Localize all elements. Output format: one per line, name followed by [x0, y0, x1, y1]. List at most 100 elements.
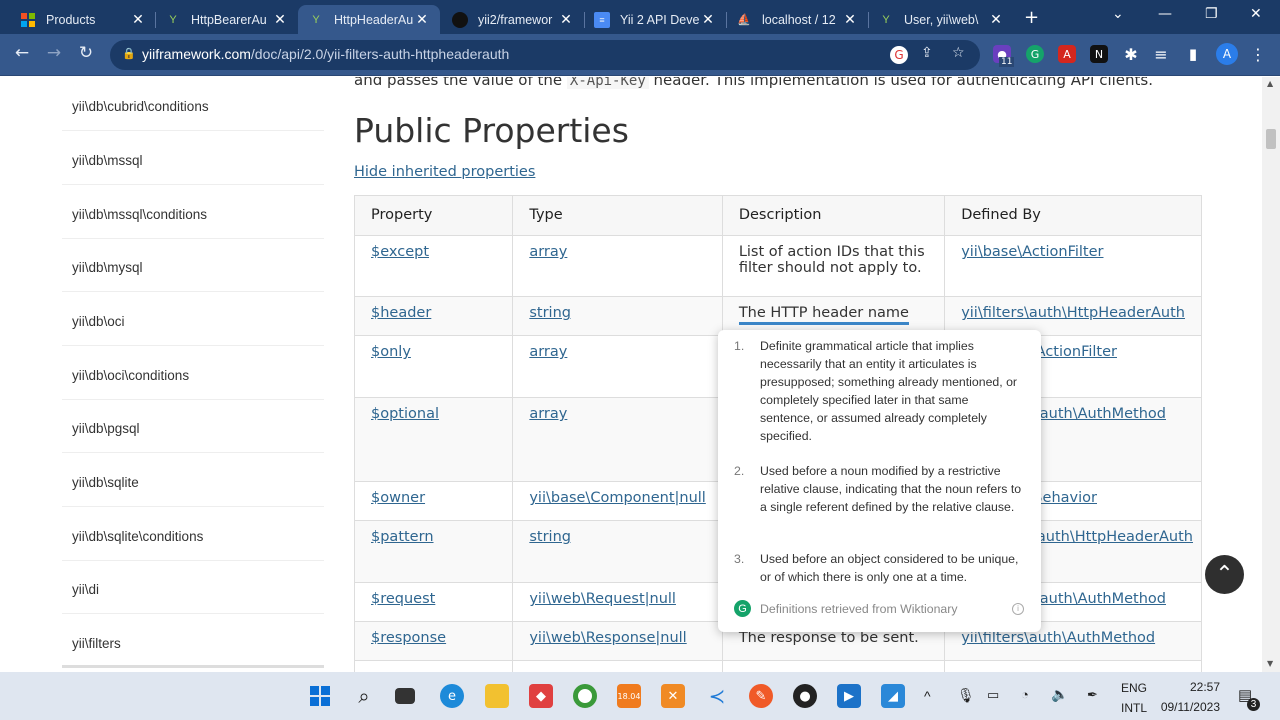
- type-link[interactable]: string: [529, 529, 571, 545]
- sidebar-item-sqlite-conditions[interactable]: yii\db\sqlite\conditions: [62, 509, 324, 561]
- sidebar-item-cubrid-conditions[interactable]: yii\db\cubrid\conditions: [62, 79, 324, 131]
- vscode-icon[interactable]: ≺: [705, 684, 729, 708]
- property-link[interactable]: $except: [371, 244, 429, 260]
- side-panel-icon[interactable]: ▮: [1184, 45, 1202, 63]
- type-link[interactable]: array: [529, 344, 567, 360]
- microphone-icon[interactable]: 🎙: [957, 687, 975, 704]
- wifi-icon[interactable]: ◔: [1021, 687, 1029, 702]
- hide-inherited-link[interactable]: Hide inherited properties: [354, 164, 535, 180]
- file-explorer-icon[interactable]: [485, 684, 509, 708]
- property-link[interactable]: $header: [371, 305, 431, 321]
- close-icon[interactable]: ✕: [272, 11, 288, 28]
- grammarly-icon[interactable]: G: [1026, 45, 1044, 63]
- windows-start-icon[interactable]: [308, 684, 332, 708]
- search-icon[interactable]: ⌕: [352, 684, 376, 708]
- media-player-icon[interactable]: ▶: [837, 684, 861, 708]
- close-icon[interactable]: ✕: [558, 11, 574, 28]
- property-link[interactable]: $owner: [371, 490, 425, 506]
- address-bar[interactable]: 🔒 yiiframework.com/doc/api/2.0/yii-filte…: [110, 40, 980, 70]
- close-icon[interactable]: ✕: [700, 11, 716, 28]
- profile-avatar[interactable]: A: [1216, 43, 1238, 65]
- xampp-icon[interactable]: ✕: [661, 684, 685, 708]
- defined-by-link[interactable]: ActionFilter: [1036, 344, 1117, 360]
- tab-products[interactable]: Products ✕: [10, 5, 156, 34]
- tab-github[interactable]: yii2/framewor ✕: [442, 5, 584, 34]
- highlighted-word[interactable]: The HTTP header name: [738, 305, 909, 325]
- new-tab-button[interactable]: +: [1024, 7, 1039, 28]
- pdf-icon[interactable]: A: [1058, 45, 1076, 63]
- sidebar-item-sqlite[interactable]: yii\db\sqlite: [62, 455, 324, 507]
- media-icon[interactable]: ≡: [1152, 45, 1170, 64]
- tray-chevron-icon[interactable]: ^: [924, 688, 931, 704]
- tab-user-web[interactable]: Y User, yii\web\ ✕: [868, 5, 1014, 34]
- obs-icon[interactable]: ●: [793, 684, 817, 708]
- ubuntu-icon[interactable]: 18.04: [617, 684, 641, 708]
- close-icon[interactable]: ✕: [414, 11, 430, 28]
- property-link[interactable]: $only: [371, 344, 411, 360]
- sidebar-item-oci-conditions[interactable]: yii\db\oci\conditions: [62, 348, 324, 400]
- volume-icon[interactable]: 🔈: [1051, 686, 1068, 703]
- sidebar-item-mssql[interactable]: yii\db\mssql: [62, 133, 324, 185]
- defined-by-link[interactable]: auth\HttpHeaderAuth: [1037, 529, 1193, 545]
- defined-by-link[interactable]: yii\filters\auth\HttpHeaderAuth: [961, 305, 1185, 321]
- chrome-icon[interactable]: [573, 684, 597, 708]
- property-link[interactable]: $request: [371, 591, 435, 607]
- pen-icon[interactable]: ✒: [1087, 687, 1098, 703]
- reload-icon[interactable]: ↻: [74, 43, 98, 63]
- tab-httpbearerauth[interactable]: Y HttpBearerAu ✕: [155, 5, 298, 34]
- back-icon[interactable]: ←: [10, 43, 34, 63]
- sidebar-item-oci[interactable]: yii\db\oci: [62, 294, 324, 346]
- sidebar-item-mssql-conditions[interactable]: yii\db\mssql\conditions: [62, 187, 324, 239]
- type-link[interactable]: yii\web\Response|null: [529, 630, 686, 646]
- property-link[interactable]: $pattern: [371, 529, 434, 545]
- minimize-icon[interactable]: —: [1158, 6, 1172, 22]
- defined-by-link[interactable]: auth\AuthMethod: [1040, 591, 1166, 607]
- property-link[interactable]: $response: [371, 630, 446, 646]
- defined-by-link[interactable]: auth\AuthMethod: [1040, 406, 1166, 422]
- tab-httpheaderauth[interactable]: Y HttpHeaderAu ✕: [298, 5, 440, 34]
- bookmark-star-icon[interactable]: ☆: [952, 45, 965, 61]
- type-link[interactable]: yii\base\Component|null: [529, 490, 705, 506]
- anydesk-icon[interactable]: ◆: [529, 684, 553, 708]
- scroll-up-arrow-icon[interactable]: ▲: [1267, 79, 1273, 88]
- edge-icon[interactable]: e: [440, 684, 464, 708]
- close-icon[interactable]: ✕: [130, 11, 146, 28]
- restore-icon[interactable]: ❐: [1205, 6, 1218, 22]
- close-icon[interactable]: ✕: [988, 11, 1004, 28]
- sidebar-item-di[interactable]: yii\di: [62, 562, 324, 614]
- task-view-icon[interactable]: [395, 688, 415, 704]
- share-icon[interactable]: ⇪: [921, 45, 933, 61]
- scrollbar-thumb[interactable]: [1266, 129, 1276, 149]
- puzzle-icon[interactable]: ✱: [1122, 45, 1140, 64]
- defined-by-link[interactable]: yii\filters\auth\AuthMethod: [961, 630, 1155, 646]
- language-indicator[interactable]: ENG INTL: [1121, 681, 1147, 715]
- paint-icon[interactable]: ◢: [881, 684, 905, 708]
- tab-yii-api[interactable]: ≡ Yii 2 API Deve ✕: [584, 5, 726, 34]
- type-link[interactable]: array: [529, 244, 567, 260]
- type-link[interactable]: string: [529, 305, 571, 321]
- defined-by-link[interactable]: Behavior: [1033, 490, 1097, 506]
- property-link[interactable]: $optional: [371, 406, 439, 422]
- type-link[interactable]: array: [529, 406, 567, 422]
- google-icon[interactable]: G: [890, 46, 908, 64]
- window-close-icon[interactable]: ✕: [1250, 6, 1262, 22]
- sidebar-item-pgsql[interactable]: yii\db\pgsql: [62, 401, 324, 453]
- clock[interactable]: 22:57 09/11/2023: [1158, 680, 1220, 714]
- close-icon[interactable]: ✕: [842, 11, 858, 28]
- battery-icon[interactable]: ▭: [987, 687, 999, 703]
- notion-icon[interactable]: N: [1090, 45, 1108, 63]
- forward-icon[interactable]: →: [42, 43, 66, 63]
- sidebar-item-mysql[interactable]: yii\db\mysql: [62, 240, 324, 292]
- scroll-to-top-button[interactable]: ⌃: [1205, 555, 1244, 594]
- info-icon[interactable]: i: [1012, 602, 1024, 615]
- sublime-icon[interactable]: ✎: [749, 684, 773, 708]
- type-link[interactable]: yii\web\Request|null: [529, 591, 676, 607]
- page-scrollbar[interactable]: ▲ ▼: [1262, 77, 1280, 672]
- tab-localhost[interactable]: ⛵ localhost / 12 ✕: [726, 5, 868, 34]
- sidebar-item-filters[interactable]: yii\filters: [62, 616, 324, 668]
- url-text[interactable]: yiiframework.com/doc/api/2.0/yii-filters…: [142, 46, 509, 62]
- defined-by-link[interactable]: yii\base\ActionFilter: [961, 244, 1103, 260]
- scroll-down-arrow-icon[interactable]: ▼: [1267, 659, 1273, 668]
- menu-kebab-icon[interactable]: ⋮: [1249, 45, 1267, 64]
- tab-search-chevron-icon[interactable]: ⌄: [1112, 6, 1124, 22]
